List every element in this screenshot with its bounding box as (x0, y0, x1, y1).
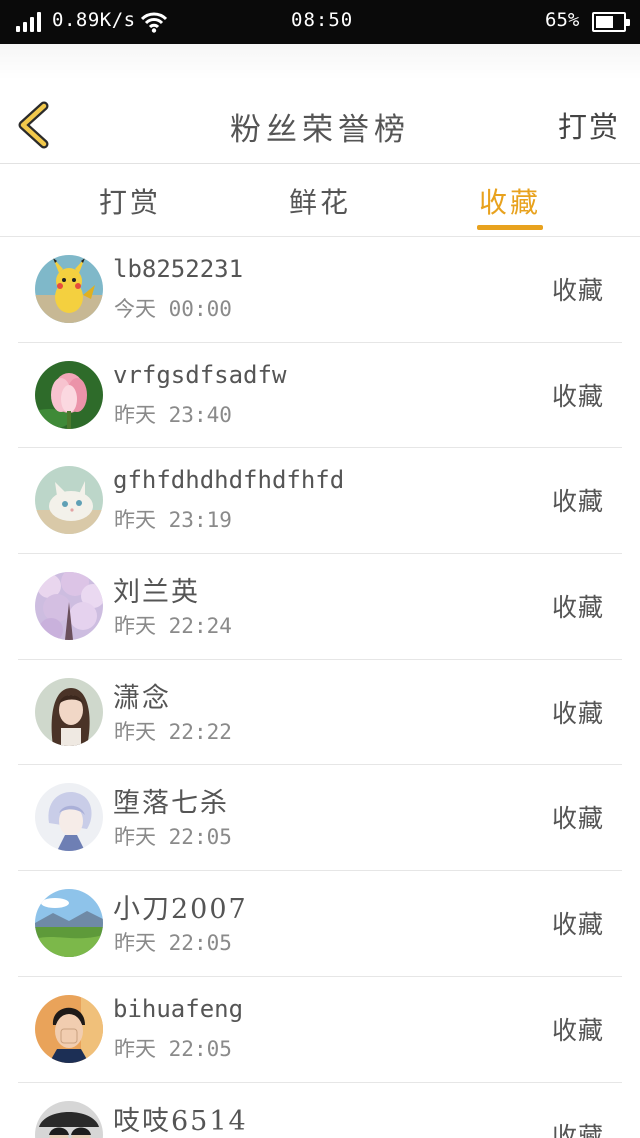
avatar[interactable] (35, 994, 103, 1063)
couple-photo-avatar-image (35, 1100, 103, 1138)
page-title: 粉丝荣誉榜 (230, 112, 410, 148)
tab-indicator (477, 225, 543, 230)
cherry-blossom-avatar-image (35, 572, 103, 641)
time-label: 23:19 (168, 508, 232, 533)
day-label: 昨天 (114, 719, 156, 744)
fan-name: 潇念 (113, 682, 171, 714)
fan-name: 堕落七杀 (113, 788, 229, 820)
fan-name: lb8252231 (113, 255, 244, 283)
fan-name: gfhfdhdhdfhdfhfd (113, 466, 345, 495)
action-label: 收藏 (551, 910, 604, 940)
network-speed: 0.89K/s (52, 9, 136, 31)
list-item[interactable]: 潇念 昨天 22:22 收藏 (18, 660, 622, 766)
day-label: 昨天 (114, 931, 156, 956)
fan-name: 刘兰英 (113, 577, 200, 609)
day-label: 昨天 (114, 1036, 156, 1061)
favorite-time: 昨天 22:05 (114, 927, 232, 957)
avatar[interactable] (35, 889, 103, 958)
action-label: 收藏 (551, 276, 604, 305)
tab-label: 打赏 (98, 186, 161, 219)
day-label: 昨天 (114, 614, 156, 639)
status-bar: 0.89K/s 08:50 65% (0, 0, 640, 44)
wifi-icon (141, 12, 167, 33)
list-item[interactable]: 吱吱6514 收藏 (18, 1083, 622, 1138)
time-label: 22:22 (168, 719, 232, 744)
action-label: 收藏 (551, 698, 604, 728)
time-label: 22:24 (168, 614, 232, 639)
landscape-avatar-image (35, 889, 103, 958)
list-item[interactable]: bihuafeng 昨天 22:05 收藏 (18, 977, 622, 1083)
favorite-time: 昨天 22:22 (114, 716, 232, 746)
girl-portrait-avatar-image (35, 677, 103, 746)
boy-portrait-avatar-image (35, 994, 103, 1063)
tab-bar: 打赏 鲜花 收藏 (0, 165, 640, 237)
favorite-time: 昨天 22:05 (114, 821, 232, 851)
signal-icon (16, 12, 46, 32)
day-label: 昨天 (114, 402, 156, 427)
pikachu-avatar-image (35, 255, 103, 323)
fan-name: 小刀2007 (113, 894, 248, 926)
favorite-time: 今天 00:00 (114, 293, 232, 323)
tab-label: 收藏 (478, 186, 541, 219)
day-label: 今天 (114, 297, 156, 321)
fan-name: 吱吱6514 (113, 1105, 248, 1137)
favorite-time: 昨天 23:19 (114, 504, 232, 534)
title-bar: 粉丝荣誉榜 打赏 (0, 44, 640, 164)
kitten-avatar-image (35, 466, 103, 535)
avatar[interactable] (35, 360, 103, 429)
avatar[interactable] (35, 255, 103, 323)
tab-reward[interactable]: 打赏 (70, 181, 190, 221)
favorite-time: 昨天 22:05 (114, 1033, 232, 1063)
time-label: 00:00 (168, 297, 232, 321)
reward-button[interactable]: 打赏 (558, 104, 620, 146)
anime-boy-avatar-image (35, 783, 103, 852)
action-label: 收藏 (551, 593, 604, 623)
favorite-time: 昨天 22:24 (114, 610, 232, 640)
fan-list: lb8252231 今天 00:00 收藏 vrfgsdfsadfw 昨天 23… (0, 237, 640, 1138)
action-label: 收藏 (551, 804, 604, 834)
time-label: 23:40 (168, 402, 232, 427)
list-item[interactable]: 小刀2007 昨天 22:05 收藏 (18, 871, 622, 977)
list-item[interactable]: 刘兰英 昨天 22:24 收藏 (18, 554, 622, 660)
list-item[interactable]: vrfgsdfsadfw 昨天 23:40 收藏 (18, 343, 622, 449)
time-label: 22:05 (168, 931, 232, 956)
favorite-time: 昨天 23:40 (114, 399, 232, 429)
action-label: 收藏 (551, 487, 604, 517)
avatar[interactable] (35, 466, 103, 535)
avatar[interactable] (35, 677, 103, 746)
list-item[interactable]: lb8252231 今天 00:00 收藏 (18, 237, 622, 343)
tab-label: 鲜花 (288, 186, 351, 219)
avatar[interactable] (35, 1100, 103, 1138)
action-label: 收藏 (551, 1015, 604, 1045)
action-label: 收藏 (551, 1121, 604, 1138)
avatar[interactable] (35, 572, 103, 641)
day-label: 昨天 (114, 825, 156, 850)
time-label: 22:05 (168, 1036, 232, 1061)
fan-name: vrfgsdfsadfw (113, 360, 287, 389)
clock: 08:50 (291, 9, 354, 31)
list-item[interactable]: gfhfdhdhdfhdfhfd 昨天 23:19 收藏 (18, 448, 622, 555)
avatar[interactable] (35, 783, 103, 852)
fan-name: bihuafeng (113, 994, 244, 1023)
tab-favorites[interactable]: 收藏 (450, 181, 570, 230)
lotus-avatar-image (35, 360, 103, 429)
time-label: 22:05 (168, 825, 232, 850)
list-item[interactable]: 堕落七杀 昨天 22:05 收藏 (18, 765, 622, 872)
battery-icon (592, 12, 630, 32)
day-label: 昨天 (114, 508, 156, 533)
tab-flowers[interactable]: 鲜花 (260, 181, 380, 221)
action-label: 收藏 (551, 381, 604, 411)
battery-percentage: 65% (545, 9, 580, 31)
